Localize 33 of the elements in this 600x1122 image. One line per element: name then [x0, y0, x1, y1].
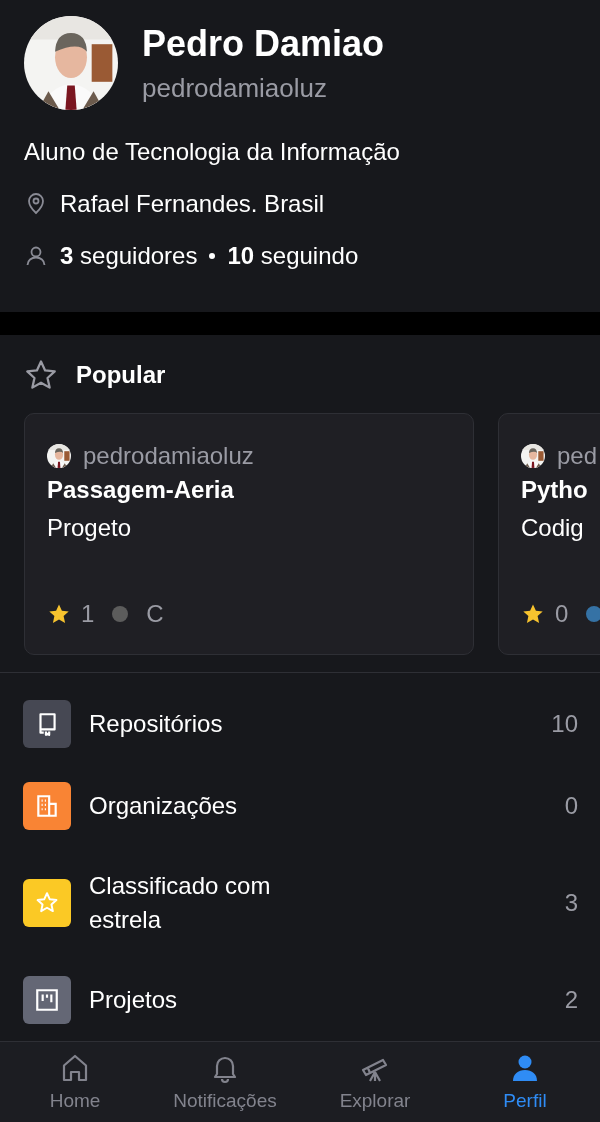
item-count: 10: [551, 710, 578, 739]
nav-tab[interactable]: Perfil: [450, 1042, 600, 1122]
nav-tab[interactable]: Notificações: [150, 1042, 300, 1122]
nav-tab[interactable]: Explorar: [300, 1042, 450, 1122]
item-count: 0: [564, 792, 578, 821]
following-link[interactable]: 10 seguindo: [227, 242, 359, 270]
username: pedrodamiaoluz: [142, 72, 328, 104]
owner-name: pedrodamiaoluz: [83, 441, 254, 470]
menu-item[interactable]: Organizações: [89, 789, 309, 823]
item-count: 3: [564, 889, 578, 918]
language-name: C: [146, 599, 164, 628]
owner-name: ped: [557, 441, 598, 470]
section-title: Popular: [76, 360, 166, 389]
repo-description: Codig: [521, 513, 585, 542]
repo-card[interactable]: pedrodamiaoluz Passagem-Aeria Progeto 1 C: [24, 412, 474, 655]
person-icon: [24, 244, 48, 268]
star-icon: [24, 357, 58, 392]
item-count: 2: [564, 986, 578, 1015]
profile-name: Pedro Damiao: [142, 22, 385, 65]
menu-item[interactable]: Repositórios: [89, 707, 303, 741]
star-count: 0: [555, 599, 569, 628]
repo-name: Passagem-Aeria: [47, 475, 235, 504]
repo-name: Pytho: [521, 475, 589, 504]
menu-item[interactable]: Projetos: [89, 983, 309, 1017]
location-text: Rafael Fernandes. Brasil: [60, 190, 325, 218]
nav-tab[interactable]: Home: [0, 1042, 150, 1122]
star-count: 1: [81, 599, 95, 628]
bio-text: Aluno de Tecnologia da Informação: [24, 138, 401, 166]
menu-item[interactable]: Classificado com estrela: [89, 869, 309, 937]
followers-link[interactable]: 3 seguidores: [60, 242, 198, 270]
repo-description: Progeto: [47, 513, 133, 542]
bullet-icon: [209, 253, 216, 259]
repo-card[interactable]: ped Pytho Codig 0: [498, 412, 600, 655]
